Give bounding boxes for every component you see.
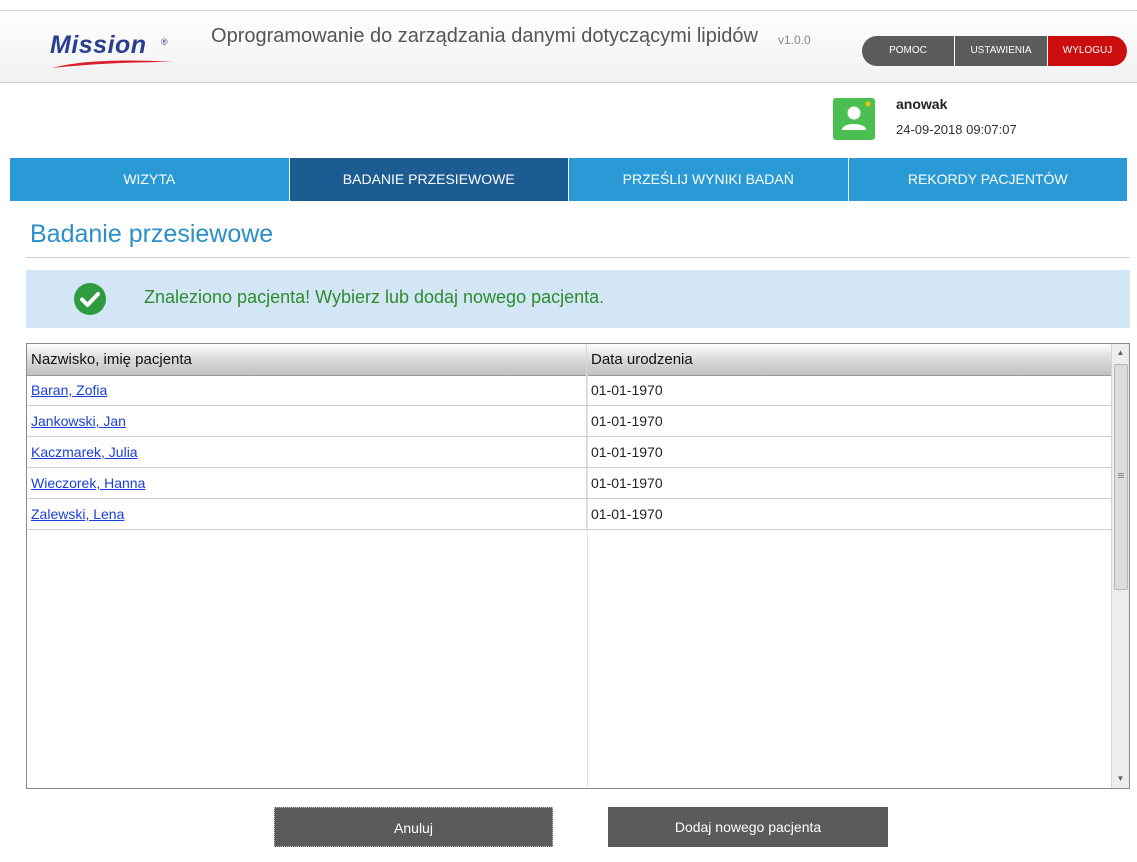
patient-name-link[interactable]: Jankowski, Jan	[31, 413, 126, 429]
patient-name-link[interactable]: Wieczorek, Hanna	[31, 475, 145, 491]
table-header: Nazwisko, imię pacjenta Data urodzenia	[27, 344, 1111, 376]
patient-name-link[interactable]: Baran, Zofia	[31, 382, 107, 398]
user-datetime: 24-09-2018 09:07:07	[896, 122, 1017, 137]
tab-przeslij-wyniki[interactable]: PRZEŚLIJ WYNIKI BADAŃ	[569, 158, 849, 201]
patient-birth-date: 01-01-1970	[591, 444, 663, 460]
user-avatar-icon	[833, 98, 875, 140]
tab-rekordy-pacjentow[interactable]: REKORDY PACJENTÓW	[848, 158, 1127, 201]
patient-name-link[interactable]: Zalewski, Lena	[31, 506, 124, 522]
header-bar: Mission ® Oprogramowanie do zarządzania …	[0, 10, 1137, 83]
main-nav: WIZYTA BADANIE PRZESIEWOWE PRZEŚLIJ WYNI…	[10, 158, 1127, 201]
table-row[interactable]: Baran, Zofia 01-01-1970	[27, 375, 1111, 406]
patient-birth-date: 01-01-1970	[591, 475, 663, 491]
header-button-group: POMOC USTAWIENIA WYLOGUJ	[862, 36, 1127, 66]
version-label: v1.0.0	[778, 33, 811, 47]
cancel-button[interactable]: Anuluj	[274, 807, 553, 847]
help-button[interactable]: POMOC	[862, 36, 955, 66]
success-alert: Znaleziono pacjenta! Wybierz lub dodaj n…	[26, 270, 1130, 328]
patient-name-link[interactable]: Kaczmarek, Julia	[31, 444, 138, 460]
table-row[interactable]: Kaczmarek, Julia 01-01-1970	[27, 437, 1111, 468]
patient-birth-date: 01-01-1970	[591, 506, 663, 522]
header-patient-name[interactable]: Nazwisko, imię pacjenta	[27, 344, 587, 375]
table-row[interactable]: Wieczorek, Hanna 01-01-1970	[27, 468, 1111, 499]
tab-wizyta[interactable]: WIZYTA	[10, 158, 290, 201]
patient-table: Nazwisko, imię pacjenta Data urodzenia B…	[26, 343, 1130, 789]
title-divider	[26, 257, 1130, 258]
scroll-down-icon[interactable]: ▼	[1112, 770, 1129, 788]
logo-swoosh-icon	[52, 60, 173, 68]
logout-button[interactable]: WYLOGUJ	[1048, 36, 1127, 66]
scrollbar-thumb[interactable]	[1114, 364, 1128, 590]
add-patient-button[interactable]: Dodaj nowego pacjenta	[608, 807, 888, 847]
check-circle-icon	[74, 283, 106, 315]
alert-message: Znaleziono pacjenta! Wybierz lub dodaj n…	[144, 287, 605, 307]
scroll-up-icon[interactable]: ▲	[1112, 344, 1129, 362]
logo-registered-mark: ®	[161, 37, 168, 47]
user-name: anowak	[896, 96, 948, 112]
tab-badanie-przesiewowe[interactable]: BADANIE PRZESIEWOWE	[289, 158, 569, 201]
mission-logo: Mission ®	[50, 31, 180, 71]
table-scrollbar[interactable]: ▲ ▼	[1111, 344, 1129, 788]
patient-birth-date: 01-01-1970	[591, 382, 663, 398]
patient-birth-date: 01-01-1970	[591, 413, 663, 429]
table-row[interactable]: Zalewski, Lena 01-01-1970	[27, 499, 1111, 530]
table-row[interactable]: Jankowski, Jan 01-01-1970	[27, 406, 1111, 437]
page-title: Badanie przesiewowe	[30, 220, 274, 248]
settings-button[interactable]: USTAWIENIA	[955, 36, 1048, 66]
header-birth-date[interactable]: Data urodzenia	[587, 344, 1111, 375]
logo-text: Mission	[50, 31, 147, 59]
table-body: Baran, Zofia 01-01-1970 Jankowski, Jan 0…	[27, 375, 1111, 530]
app-title: Oprogramowanie do zarządzania danymi dot…	[211, 25, 758, 47]
